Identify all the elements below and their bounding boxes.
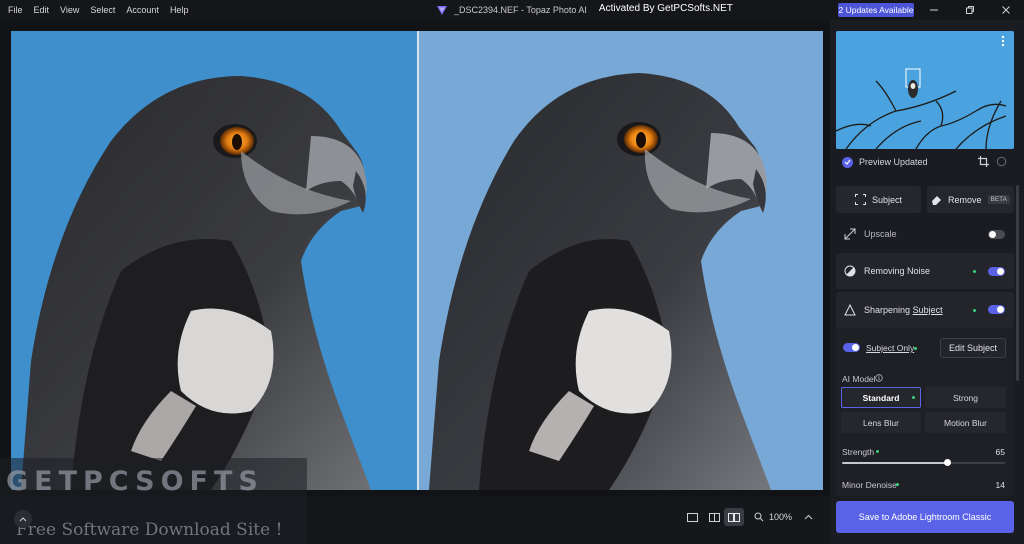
sharpen-status-dot bbox=[973, 309, 976, 312]
subject-button[interactable]: Subject bbox=[836, 186, 921, 213]
restore-icon[interactable] bbox=[961, 0, 979, 20]
single-view-icon[interactable] bbox=[682, 508, 702, 526]
remove-button[interactable]: Remove BETA bbox=[927, 186, 1014, 213]
noise-status-dot bbox=[973, 270, 976, 273]
strength-dot bbox=[876, 450, 879, 453]
upscale-label: Upscale bbox=[864, 229, 897, 239]
half-circle-icon bbox=[844, 265, 856, 277]
split-view-icon[interactable] bbox=[704, 508, 724, 526]
ai-model-label: AI Model bbox=[842, 374, 876, 384]
updates-available-button[interactable]: 2 Updates Available bbox=[838, 3, 914, 17]
sync-icon[interactable] bbox=[996, 156, 1007, 167]
title-bar: File Edit View Select Account Help _DSC2… bbox=[0, 0, 1024, 20]
menu-file[interactable]: File bbox=[8, 5, 23, 15]
minor-denoise-value: 14 bbox=[995, 480, 1005, 490]
minimize-icon[interactable] bbox=[925, 0, 943, 20]
model-motion-blur-button[interactable]: Motion Blur bbox=[925, 412, 1006, 433]
sharpening-label-prefix: Sharpening bbox=[864, 305, 911, 315]
watermark-tagline: Free Software Download Site ! bbox=[16, 520, 283, 540]
model-strong-button[interactable]: Strong bbox=[925, 387, 1006, 408]
thumbnail-image bbox=[836, 31, 1014, 149]
remove-button-label: Remove bbox=[947, 194, 982, 205]
model-standard-button[interactable]: Standard bbox=[841, 387, 921, 408]
watermark-brand: GETPCSOFTS bbox=[6, 466, 264, 497]
minor-denoise-label: Minor Denoise bbox=[842, 480, 897, 490]
info-icon[interactable] bbox=[875, 374, 883, 382]
menu-view[interactable]: View bbox=[60, 5, 79, 15]
hawk-original-image bbox=[21, 76, 371, 490]
activation-text: Activated By GetPCSofts.NET bbox=[598, 2, 733, 14]
side-by-side-view-icon[interactable] bbox=[724, 508, 744, 526]
strength-value: 65 bbox=[995, 447, 1005, 457]
settings-scrollbar[interactable] bbox=[1016, 185, 1019, 381]
subject-frame-icon bbox=[854, 194, 866, 205]
model-selected-dot bbox=[912, 396, 915, 399]
save-to-lightroom-button[interactable]: Save to Adobe Lightroom Classic bbox=[836, 501, 1014, 533]
chevron-up-icon[interactable] bbox=[798, 508, 818, 526]
sharpening-toggle[interactable] bbox=[988, 305, 1005, 314]
check-circle-icon bbox=[842, 156, 853, 168]
preview-status-text: Preview Updated bbox=[859, 157, 928, 167]
menu-edit[interactable]: Edit bbox=[34, 5, 50, 15]
original-image-view[interactable] bbox=[11, 31, 417, 490]
topaz-logo-icon bbox=[437, 6, 447, 15]
sharpening-subject-link[interactable]: Subject bbox=[913, 305, 943, 315]
upscale-toggle[interactable] bbox=[988, 230, 1005, 239]
zoom-level[interactable]: 100% bbox=[769, 512, 792, 522]
hawk-processed-image bbox=[429, 73, 771, 490]
removing-noise-toggle[interactable] bbox=[988, 267, 1005, 276]
strength-slider[interactable] bbox=[842, 462, 1005, 464]
close-icon[interactable] bbox=[997, 0, 1015, 20]
processed-image-view[interactable] bbox=[419, 31, 823, 490]
menu-select[interactable]: Select bbox=[90, 5, 115, 15]
navigator-thumbnail[interactable] bbox=[836, 31, 1014, 149]
strength-slider-fill bbox=[842, 462, 948, 464]
more-vertical-icon[interactable] bbox=[1001, 35, 1005, 50]
model-lens-blur-button[interactable]: Lens Blur bbox=[841, 412, 921, 433]
document-title: _DSC2394.NEF - Topaz Photo AI bbox=[454, 5, 587, 15]
subject-only-label[interactable]: Subject Only bbox=[866, 343, 914, 353]
crop-icon[interactable] bbox=[978, 156, 989, 167]
triangle-icon bbox=[844, 304, 856, 316]
removing-noise-label: Removing Noise bbox=[864, 266, 931, 276]
model-standard-label: Standard bbox=[862, 392, 900, 403]
menu-help[interactable]: Help bbox=[170, 5, 189, 15]
menu-account[interactable]: Account bbox=[126, 5, 159, 15]
strength-label: Strength bbox=[842, 447, 875, 457]
window-title: _DSC2394.NEF - Topaz Photo AI Activated … bbox=[436, 0, 733, 20]
subject-only-toggle[interactable] bbox=[843, 343, 860, 352]
eraser-icon bbox=[931, 195, 941, 205]
menu-bar: File Edit View Select Account Help bbox=[8, 0, 188, 20]
chevron-up-icon[interactable] bbox=[14, 510, 32, 528]
zoom-icon[interactable] bbox=[749, 508, 769, 526]
subject-button-label: Subject bbox=[871, 194, 903, 205]
expand-arrows-icon bbox=[844, 228, 856, 240]
subject-only-dot bbox=[914, 347, 917, 350]
edit-subject-button[interactable]: Edit Subject bbox=[940, 338, 1006, 358]
minor-denoise-dot bbox=[896, 483, 899, 486]
beta-badge: BETA bbox=[987, 195, 1010, 204]
sharpening-label: Sharpening Subject bbox=[864, 305, 943, 315]
